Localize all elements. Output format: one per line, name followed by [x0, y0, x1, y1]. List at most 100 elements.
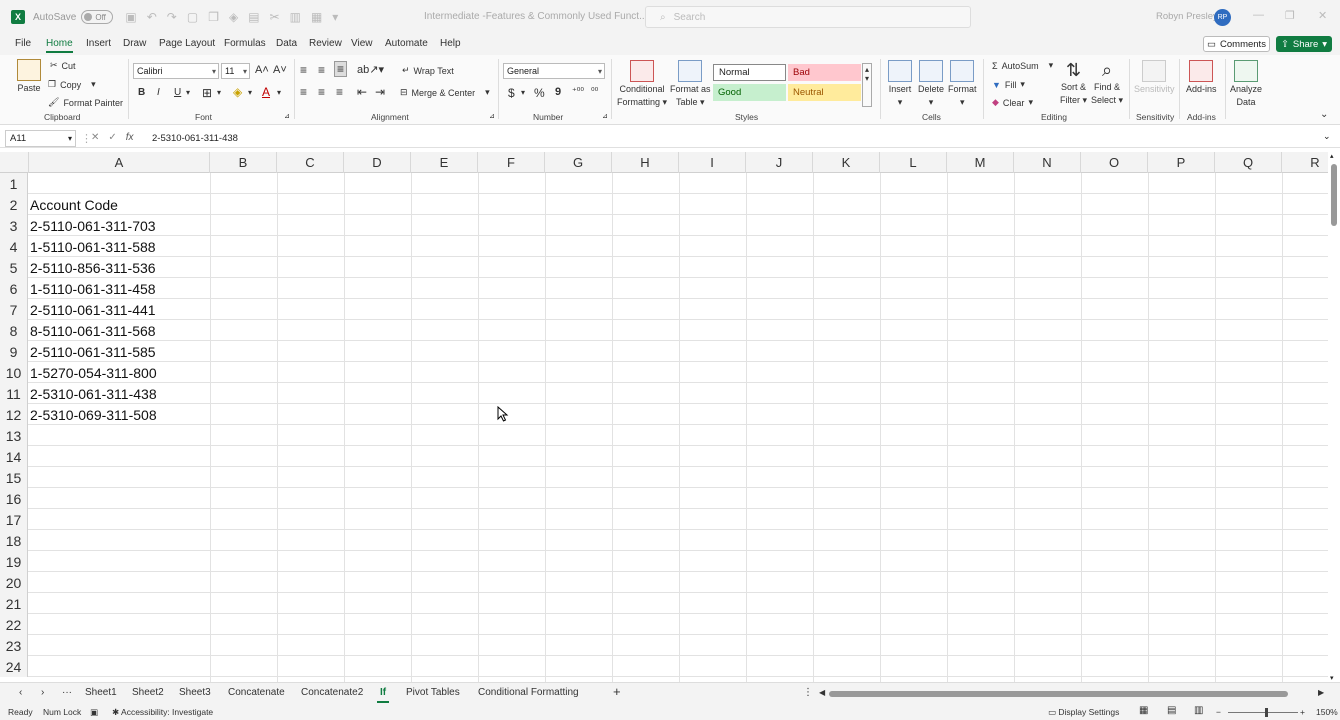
currency-button[interactable]: $: [508, 86, 515, 100]
tab-automate[interactable]: Automate: [385, 38, 428, 49]
analyze-data-button[interactable]: Analyze Data: [1230, 60, 1262, 108]
column-header[interactable]: K: [813, 152, 880, 173]
tab-split-handle-icon[interactable]: ⋮: [803, 687, 813, 698]
cancel-icon[interactable]: ✕: [91, 132, 99, 143]
row-header[interactable]: 7: [0, 299, 28, 320]
sheet-tab[interactable]: Sheet1: [85, 687, 117, 698]
cell-a[interactable]: 1-5110-061-311-588: [30, 236, 156, 257]
decrease-font-icon[interactable]: A˅: [273, 64, 287, 76]
italic-button[interactable]: I: [157, 87, 160, 98]
fill-color-icon[interactable]: ◈: [229, 10, 238, 24]
autosum-button[interactable]: Σ AutoSum ▾: [992, 60, 1053, 71]
autosave-toggle[interactable]: Off: [81, 10, 114, 24]
sheet-tab[interactable]: Conditional Formatting: [478, 687, 579, 698]
align-center-icon[interactable]: ≡: [318, 85, 325, 99]
scrollbar-thumb[interactable]: [1331, 164, 1337, 226]
prev-sheet-icon[interactable]: ‹: [19, 687, 22, 698]
enter-icon[interactable]: ✓: [108, 132, 116, 143]
insert-cells-button[interactable]: Insert ▾: [888, 60, 912, 108]
align-middle-icon[interactable]: ≡: [318, 63, 325, 77]
font-color-icon[interactable]: A: [262, 85, 270, 99]
chevron-down-icon[interactable]: ▾: [217, 88, 221, 97]
align-bottom-icon[interactable]: ≡: [334, 61, 348, 77]
sheet-tab[interactable]: Sheet2: [132, 687, 164, 698]
format-as-table-button[interactable]: Format as Table ▾: [670, 60, 711, 108]
row-header[interactable]: 2: [0, 194, 28, 215]
insert-function-icon[interactable]: fx: [126, 132, 134, 143]
merge-center-button[interactable]: ⊟ Merge & Center ▾: [400, 87, 490, 98]
row-header[interactable]: 9: [0, 341, 28, 362]
paste-button[interactable]: Paste: [17, 59, 41, 94]
name-box[interactable]: A11 ▾: [5, 130, 76, 147]
scroll-left-icon[interactable]: ◀: [819, 688, 825, 697]
row-header[interactable]: 19: [0, 551, 28, 572]
save-icon[interactable]: ▣: [125, 10, 136, 24]
orientation-icon[interactable]: ab↗▾: [357, 63, 384, 76]
accessibility-status[interactable]: ✱ Accessibility: Investigate: [112, 707, 213, 718]
underline-button[interactable]: U: [174, 87, 181, 98]
increase-indent-icon[interactable]: ⇥: [375, 85, 385, 99]
addins-button[interactable]: Add-ins: [1186, 60, 1217, 95]
fill-button[interactable]: ▼ Fill ▾: [992, 79, 1025, 90]
row-header[interactable]: 16: [0, 488, 28, 509]
restore-icon[interactable]: ❐: [1285, 9, 1295, 22]
tab-home[interactable]: Home: [46, 38, 73, 53]
tab-file[interactable]: File: [15, 38, 31, 49]
dialog-launcher-icon[interactable]: ⊿: [284, 112, 290, 120]
close-icon[interactable]: ✕: [1318, 9, 1327, 22]
column-header[interactable]: R: [1282, 152, 1328, 173]
format-cells-button[interactable]: Format ▾: [948, 60, 977, 108]
chevron-down-icon[interactable]: ▾: [277, 88, 281, 97]
cell-a[interactable]: 2-5110-061-311-703: [30, 215, 156, 236]
select-all-corner[interactable]: [0, 152, 29, 173]
find-select-button[interactable]: ⌕ Find & Select ▾: [1091, 60, 1123, 106]
cut-icon[interactable]: ✂: [270, 10, 280, 24]
tab-page-layout[interactable]: Page Layout: [159, 38, 215, 49]
tab-review[interactable]: Review: [309, 38, 342, 49]
sheet-tab-active[interactable]: If: [376, 687, 390, 703]
align-top-icon[interactable]: ≡: [300, 63, 307, 77]
column-header[interactable]: I: [679, 152, 746, 173]
zoom-in-icon[interactable]: +: [1300, 707, 1305, 717]
share-button[interactable]: ⇪ Share ▾: [1276, 36, 1332, 52]
page-break-view-icon[interactable]: ▥: [1194, 705, 1203, 716]
minimize-icon[interactable]: —: [1253, 9, 1264, 21]
formula-input[interactable]: 2-5310-061-311-438: [152, 133, 238, 144]
tab-data[interactable]: Data: [276, 38, 297, 49]
style-bad[interactable]: Bad: [788, 64, 861, 81]
redo-icon[interactable]: ↷: [167, 10, 177, 24]
style-normal[interactable]: Normal: [713, 64, 786, 81]
font-size-select[interactable]: 11 ▾: [221, 63, 250, 79]
column-header[interactable]: J: [746, 152, 813, 173]
more-sheets-icon[interactable]: ···: [62, 687, 72, 698]
row-header[interactable]: 18: [0, 530, 28, 551]
cell-a[interactable]: 2-5310-069-311-508: [30, 404, 157, 425]
bold-button[interactable]: B: [138, 87, 145, 98]
cell-a[interactable]: 1-5270-054-311-800: [30, 362, 157, 383]
row-header[interactable]: 3: [0, 215, 28, 236]
row-header[interactable]: 8: [0, 320, 28, 341]
row-header[interactable]: 11: [0, 383, 28, 404]
cell-a[interactable]: 1-5110-061-311-458: [30, 278, 156, 299]
row-header[interactable]: 4: [0, 236, 28, 257]
column-header[interactable]: C: [277, 152, 344, 173]
new-file-icon[interactable]: ▢: [187, 10, 198, 24]
format-painter-icon[interactable]: ▤: [248, 10, 259, 24]
comments-button[interactable]: ▭ Comments: [1203, 36, 1270, 52]
column-header[interactable]: F: [478, 152, 545, 173]
font-name-select[interactable]: Calibri ▾: [133, 63, 219, 79]
macro-record-icon[interactable]: ▣: [90, 707, 98, 718]
undo-icon[interactable]: ↶: [147, 10, 157, 24]
display-settings[interactable]: ▭ Display Settings: [1048, 707, 1119, 718]
zoom-slider[interactable]: [1228, 712, 1298, 713]
align-left-icon[interactable]: ≡: [300, 85, 307, 99]
cell-a[interactable]: 2-5110-061-311-585: [30, 341, 156, 362]
row-header[interactable]: 22: [0, 614, 28, 635]
percent-button[interactable]: %: [534, 86, 545, 100]
sheet-tab[interactable]: Concatenate: [228, 687, 285, 698]
decrease-indent-icon[interactable]: ⇤: [357, 85, 367, 99]
add-sheet-icon[interactable]: +: [613, 684, 621, 699]
styles-scroll-icon[interactable]: ▴ ▾: [862, 63, 872, 107]
cell-a[interactable]: 2-5110-856-311-536: [30, 257, 156, 278]
scroll-right-icon[interactable]: ▶: [1318, 688, 1324, 697]
